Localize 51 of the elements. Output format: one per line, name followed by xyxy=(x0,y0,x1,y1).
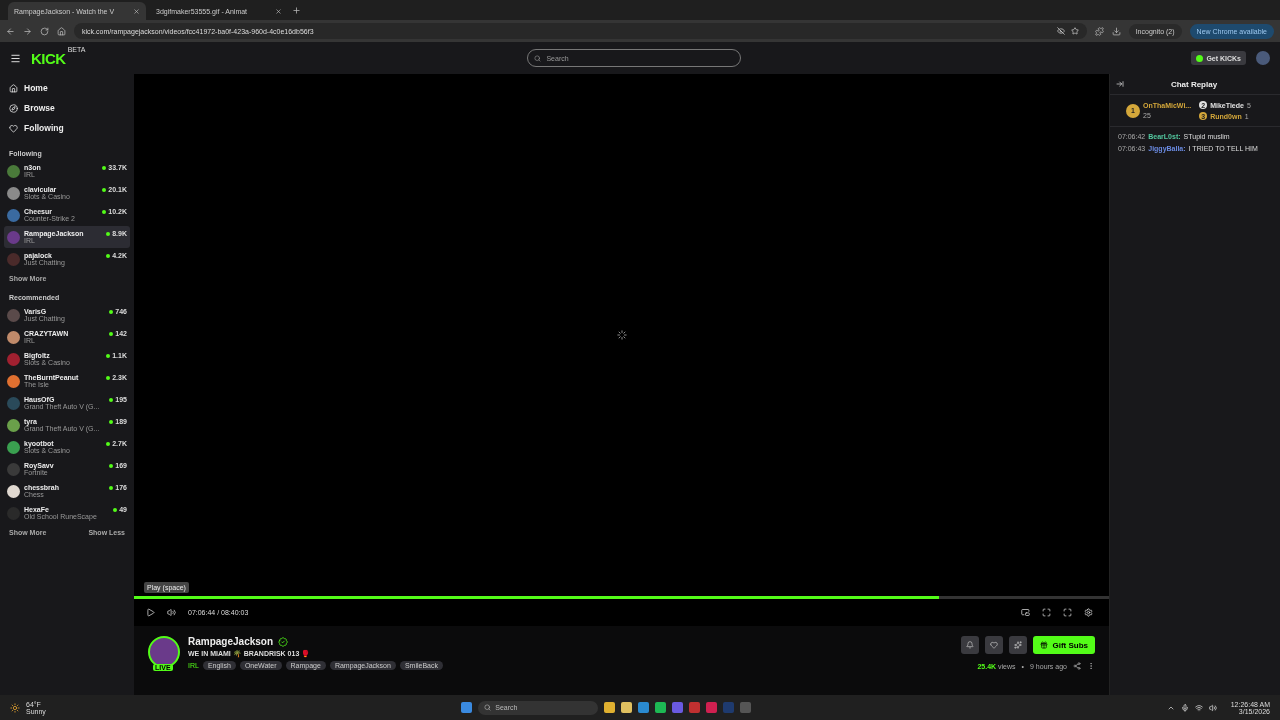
heart-icon xyxy=(990,641,999,649)
home-icon xyxy=(9,83,18,93)
progress-bar[interactable] xyxy=(134,596,1109,599)
gift-icon xyxy=(1040,641,1049,649)
heart-icon xyxy=(9,123,18,133)
streamer-name[interactable]: RampageJackson xyxy=(188,636,274,647)
compass-icon xyxy=(9,103,18,113)
theater-icon[interactable] xyxy=(1042,608,1051,617)
extensions-icon[interactable] xyxy=(1094,26,1104,36)
fullscreen-icon[interactable] xyxy=(1063,608,1072,617)
eye-slash-icon[interactable] xyxy=(1056,27,1065,35)
search-icon xyxy=(484,704,492,711)
nav-item[interactable]: Browse xyxy=(4,98,130,118)
follow-button[interactable] xyxy=(985,636,1004,654)
sparkle-icon xyxy=(1014,641,1023,649)
site-logo[interactable]: KICK xyxy=(31,49,66,67)
share-icon[interactable] xyxy=(1073,662,1081,670)
star-icon[interactable] xyxy=(1070,27,1079,35)
search-icon xyxy=(534,54,542,62)
volume-tray-icon[interactable] xyxy=(1208,703,1217,712)
mini-player-icon[interactable] xyxy=(1021,608,1030,617)
volume-icon[interactable] xyxy=(167,608,176,617)
close-icon[interactable] xyxy=(275,7,282,15)
nav-item[interactable]: Following xyxy=(4,118,130,138)
gift-subs-button[interactable]: Gift Subs xyxy=(1033,636,1095,654)
nav-item[interactable]: Home xyxy=(4,78,130,98)
start-icon[interactable] xyxy=(461,702,473,713)
loading-spinner-icon xyxy=(616,330,627,340)
forward-icon[interactable] xyxy=(23,26,32,36)
close-icon[interactable] xyxy=(133,7,140,15)
clip-button[interactable] xyxy=(1009,636,1028,654)
collapse-icon[interactable] xyxy=(1116,80,1124,88)
menu-icon[interactable] xyxy=(10,52,21,64)
play-icon[interactable] xyxy=(146,608,155,617)
notification-button[interactable] xyxy=(961,636,980,654)
weather-icon xyxy=(10,702,20,713)
new-tab-icon[interactable] xyxy=(292,6,301,15)
more-icon[interactable] xyxy=(1087,662,1095,670)
bell-icon xyxy=(966,641,975,649)
reload-icon[interactable] xyxy=(40,26,49,36)
app-icon[interactable] xyxy=(621,702,633,713)
app-icon[interactable] xyxy=(604,702,616,713)
user-avatar[interactable] xyxy=(1256,51,1270,65)
app-icon[interactable] xyxy=(638,702,650,713)
download-icon[interactable] xyxy=(1111,26,1121,36)
home-icon[interactable] xyxy=(57,26,66,36)
settings-icon[interactable] xyxy=(1084,608,1093,617)
network-icon[interactable] xyxy=(1194,703,1203,712)
app-icon[interactable] xyxy=(655,702,667,713)
back-icon[interactable] xyxy=(6,26,15,36)
chat-title: Chat Replay xyxy=(1169,79,1219,89)
